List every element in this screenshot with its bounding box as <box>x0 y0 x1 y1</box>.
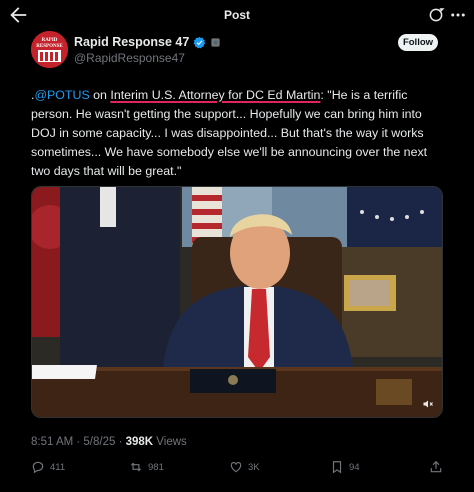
more-icon[interactable] <box>449 6 467 24</box>
bookmark-icon <box>332 461 342 474</box>
page-title: Post <box>223 8 250 22</box>
reply-button[interactable]: 411 <box>31 460 65 474</box>
gov-badge-icon <box>211 37 220 47</box>
views-count: 398K <box>125 436 154 448</box>
follow-button[interactable]: Follow <box>398 34 438 51</box>
verified-badge-icon <box>193 36 206 48</box>
reader-icon[interactable] <box>427 6 445 24</box>
share-button[interactable] <box>429 460 443 474</box>
top-bar: Post <box>0 0 474 32</box>
reply-icon <box>32 461 44 474</box>
volume-muted-icon[interactable] <box>422 398 434 410</box>
views-label: Views <box>153 436 187 448</box>
author-name[interactable]: Rapid Response 47 <box>74 35 189 49</box>
avatar-text-2: RESPONSE <box>36 44 63 49</box>
share-icon <box>430 460 442 473</box>
video-media[interactable] <box>31 186 443 418</box>
avatar[interactable]: RAPID RESPONSE <box>31 31 68 68</box>
rapid-response-logo-icon: RAPID RESPONSE <box>31 31 68 68</box>
author-name-row: Rapid Response 47 <box>74 35 221 49</box>
author-handle[interactable]: @RapidResponse47 <box>74 51 185 65</box>
tweet-text: .@POTUS on Interim U.S. Attorney for DC … <box>31 86 447 181</box>
like-button[interactable]: 3K <box>229 460 260 474</box>
underlined-phrase: Interim U.S. Attorney for DC Ed Martin <box>110 88 321 102</box>
heart-icon <box>230 462 242 473</box>
tweet-on: on <box>89 88 111 102</box>
oval-office-photo <box>32 187 442 417</box>
post-time: 8:51 AM · 5/8/25 · <box>31 436 126 448</box>
action-bar: 411 981 3K 94 <box>31 460 443 478</box>
repost-count: 981 <box>148 461 164 473</box>
reply-count: 411 <box>50 461 66 473</box>
repost-button[interactable]: 981 <box>129 460 164 474</box>
repost-icon <box>130 462 142 472</box>
bookmark-button[interactable]: 94 <box>330 460 360 474</box>
like-count: 3K <box>248 461 260 473</box>
avatar-text-1: RAPID <box>42 38 58 43</box>
mention-link[interactable]: @POTUS <box>34 88 89 102</box>
bookmark-count: 94 <box>349 461 360 473</box>
post-meta: 8:51 AM · 5/8/25 · 398K Views <box>31 436 187 448</box>
